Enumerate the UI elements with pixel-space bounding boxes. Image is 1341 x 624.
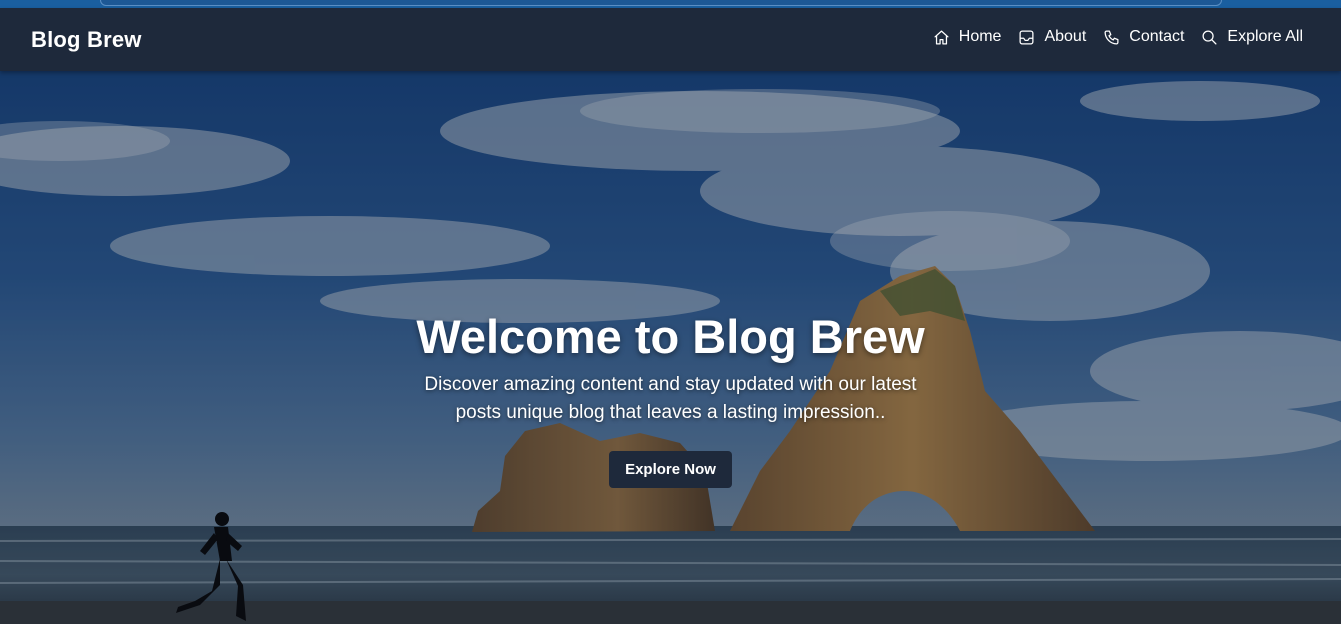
hero-subtitle: Discover amazing content and stay update… [424,374,917,423]
inbox-icon [1019,29,1034,45]
explore-now-button[interactable]: Explore Now [609,451,732,488]
nav-link-home[interactable]: Home [933,28,1002,46]
nav-link-about[interactable]: About [1018,28,1086,46]
site-brand-logo[interactable]: Blog Brew [31,27,142,53]
home-icon [934,29,949,45]
nav-link-explore-all[interactable]: Explore All [1201,28,1303,46]
browser-address-strip [0,0,1341,8]
top-navbar: Blog Brew Home About Contact Explore All [0,8,1341,71]
hero-section: Welcome to Blog Brew Discover amazing co… [0,71,1341,624]
nav-link-label: Home [958,28,1002,45]
nav-link-label: About [1044,28,1087,45]
hero-title: Welcome to Blog Brew [416,310,925,363]
nav-link-contact[interactable]: Contact [1103,28,1184,46]
nav-link-label: Contact [1129,28,1185,45]
search-icon [1202,29,1217,45]
nav-link-label: Explore All [1227,28,1303,45]
hero-content: Welcome to Blog Brew Discover amazing co… [0,307,1341,488]
nav-links: Home About Contact Explore All [916,28,1303,46]
browser-url-bar[interactable] [100,0,1222,6]
phone-icon [1104,29,1119,45]
